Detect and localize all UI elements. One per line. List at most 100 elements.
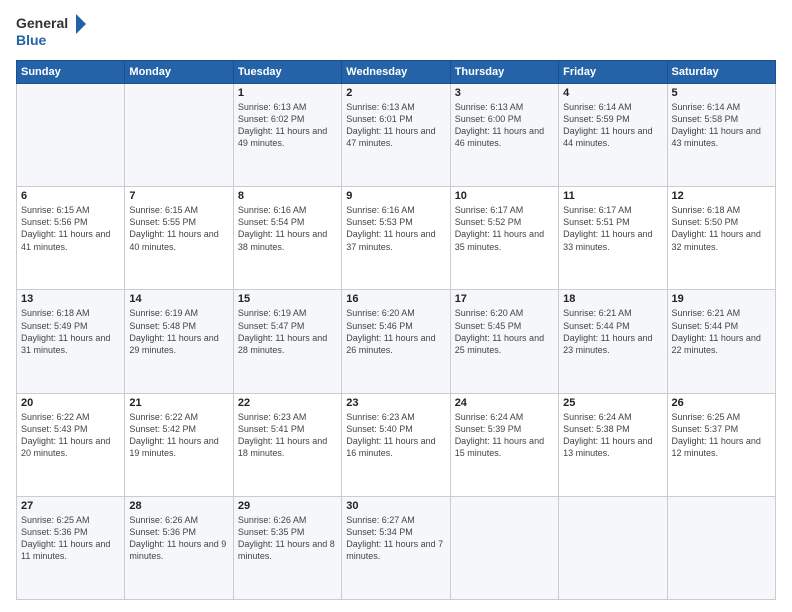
calendar-cell: 8 Sunrise: 6:16 AM Sunset: 5:54 PM Daylig… [233,187,341,290]
day-info: Sunrise: 6:24 AM Sunset: 5:39 PM Dayligh… [455,411,554,460]
day-info: Sunrise: 6:15 AM Sunset: 5:55 PM Dayligh… [129,204,228,253]
day-number: 7 [129,190,228,202]
day-info: Sunrise: 6:23 AM Sunset: 5:40 PM Dayligh… [346,411,445,460]
calendar-week-row: 20 Sunrise: 6:22 AM Sunset: 5:43 PM Dayli… [17,393,776,496]
calendar-cell: 15Sunrise: 6:19 AM Sunset: 5:47 PM Dayli… [233,290,341,393]
day-info: Sunrise: 6:25 AM Sunset: 5:36 PM Dayligh… [21,514,120,563]
calendar-day-header: Sunday [17,61,125,84]
day-info: Sunrise: 6:18 AM Sunset: 5:50 PM Dayligh… [672,204,771,253]
logo: GeneralBlue [16,12,86,52]
day-info: Sunrise: 6:21 AM Sunset: 5:44 PM Dayligh… [563,307,662,356]
calendar-cell: 4 Sunrise: 6:14 AM Sunset: 5:59 PM Daylig… [559,84,667,187]
day-info: Sunrise: 6:13 AM Sunset: 6:00 PM Dayligh… [455,101,554,150]
calendar-cell: 10 Sunrise: 6:17 AM Sunset: 5:52 PM Dayli… [450,187,558,290]
day-info: Sunrise: 6:15 AM Sunset: 5:56 PM Dayligh… [21,204,120,253]
calendar-cell: 11 Sunrise: 6:17 AM Sunset: 5:51 PM Dayli… [559,187,667,290]
day-number: 10 [455,190,554,202]
calendar-cell: 26Sunrise: 6:25 AM Sunset: 5:37 PM Dayli… [667,393,775,496]
day-info: Sunrise: 6:26 AM Sunset: 5:35 PM Dayligh… [238,514,337,563]
calendar-cell: 22 Sunrise: 6:23 AM Sunset: 5:41 PM Dayli… [233,393,341,496]
logo-svg: GeneralBlue [16,12,86,52]
day-number: 11 [563,190,662,202]
calendar-cell: 29 Sunrise: 6:26 AM Sunset: 5:35 PM Dayli… [233,496,341,599]
day-info: Sunrise: 6:19 AM Sunset: 5:47 PM Dayligh… [238,307,337,356]
calendar-cell [450,496,558,599]
calendar-cell: 5Sunrise: 6:14 AM Sunset: 5:58 PM Daylig… [667,84,775,187]
day-number: 19 [672,293,771,305]
calendar-cell: 16Sunrise: 6:20 AM Sunset: 5:46 PM Dayli… [342,290,450,393]
calendar-week-row: 13Sunrise: 6:18 AM Sunset: 5:49 PM Dayli… [17,290,776,393]
day-number: 6 [21,190,120,202]
day-number: 22 [238,397,337,409]
day-number: 27 [21,500,120,512]
calendar-cell [559,496,667,599]
calendar-day-header: Monday [125,61,233,84]
page: GeneralBlue SundayMondayTuesdayWednesday… [0,0,792,612]
svg-text:General: General [16,15,68,31]
day-number: 30 [346,500,445,512]
day-info: Sunrise: 6:14 AM Sunset: 5:59 PM Dayligh… [563,101,662,150]
calendar-cell: 14 Sunrise: 6:19 AM Sunset: 5:48 PM Dayli… [125,290,233,393]
calendar-cell: 27 Sunrise: 6:25 AM Sunset: 5:36 PM Dayli… [17,496,125,599]
day-number: 14 [129,293,228,305]
day-number: 21 [129,397,228,409]
calendar-day-header: Thursday [450,61,558,84]
day-info: Sunrise: 6:22 AM Sunset: 5:43 PM Dayligh… [21,411,120,460]
day-info: Sunrise: 6:16 AM Sunset: 5:54 PM Dayligh… [238,204,337,253]
calendar-week-row: 1 Sunrise: 6:13 AM Sunset: 6:02 PM Daylig… [17,84,776,187]
day-info: Sunrise: 6:23 AM Sunset: 5:41 PM Dayligh… [238,411,337,460]
day-info: Sunrise: 6:24 AM Sunset: 5:38 PM Dayligh… [563,411,662,460]
day-info: Sunrise: 6:16 AM Sunset: 5:53 PM Dayligh… [346,204,445,253]
day-number: 2 [346,87,445,99]
calendar-cell: 30 Sunrise: 6:27 AM Sunset: 5:34 PM Dayli… [342,496,450,599]
day-info: Sunrise: 6:17 AM Sunset: 5:51 PM Dayligh… [563,204,662,253]
calendar-cell: 3 Sunrise: 6:13 AM Sunset: 6:00 PM Daylig… [450,84,558,187]
calendar-cell: 6 Sunrise: 6:15 AM Sunset: 5:56 PM Daylig… [17,187,125,290]
day-number: 16 [346,293,445,305]
calendar-cell: 9 Sunrise: 6:16 AM Sunset: 5:53 PM Daylig… [342,187,450,290]
day-number: 18 [563,293,662,305]
calendar-cell [125,84,233,187]
day-number: 25 [563,397,662,409]
day-info: Sunrise: 6:22 AM Sunset: 5:42 PM Dayligh… [129,411,228,460]
header: GeneralBlue [16,12,776,52]
calendar-cell: 28Sunrise: 6:26 AM Sunset: 5:36 PM Dayli… [125,496,233,599]
calendar-day-header: Saturday [667,61,775,84]
day-number: 26 [672,397,771,409]
day-info: Sunrise: 6:20 AM Sunset: 5:45 PM Dayligh… [455,307,554,356]
calendar-cell: 23Sunrise: 6:23 AM Sunset: 5:40 PM Dayli… [342,393,450,496]
day-info: Sunrise: 6:14 AM Sunset: 5:58 PM Dayligh… [672,101,771,150]
calendar-cell: 24 Sunrise: 6:24 AM Sunset: 5:39 PM Dayli… [450,393,558,496]
day-number: 1 [238,87,337,99]
day-number: 29 [238,500,337,512]
calendar-cell: 20 Sunrise: 6:22 AM Sunset: 5:43 PM Dayli… [17,393,125,496]
day-number: 24 [455,397,554,409]
calendar-cell: 7 Sunrise: 6:15 AM Sunset: 5:55 PM Daylig… [125,187,233,290]
day-number: 20 [21,397,120,409]
calendar-day-header: Friday [559,61,667,84]
day-number: 12 [672,190,771,202]
day-info: Sunrise: 6:27 AM Sunset: 5:34 PM Dayligh… [346,514,445,563]
svg-text:Blue: Blue [16,32,47,48]
calendar-cell: 13Sunrise: 6:18 AM Sunset: 5:49 PM Dayli… [17,290,125,393]
calendar-header-row: SundayMondayTuesdayWednesdayThursdayFrid… [17,61,776,84]
calendar-table: SundayMondayTuesdayWednesdayThursdayFrid… [16,60,776,600]
calendar-cell: 2Sunrise: 6:13 AM Sunset: 6:01 PM Daylig… [342,84,450,187]
calendar-week-row: 6 Sunrise: 6:15 AM Sunset: 5:56 PM Daylig… [17,187,776,290]
day-number: 8 [238,190,337,202]
day-number: 9 [346,190,445,202]
day-number: 3 [455,87,554,99]
calendar-day-header: Tuesday [233,61,341,84]
day-number: 13 [21,293,120,305]
day-info: Sunrise: 6:13 AM Sunset: 6:02 PM Dayligh… [238,101,337,150]
calendar-cell [667,496,775,599]
calendar-cell: 19 Sunrise: 6:21 AM Sunset: 5:44 PM Dayli… [667,290,775,393]
calendar-week-row: 27 Sunrise: 6:25 AM Sunset: 5:36 PM Dayli… [17,496,776,599]
day-number: 4 [563,87,662,99]
day-info: Sunrise: 6:21 AM Sunset: 5:44 PM Dayligh… [672,307,771,356]
calendar-cell [17,84,125,187]
day-info: Sunrise: 6:19 AM Sunset: 5:48 PM Dayligh… [129,307,228,356]
day-info: Sunrise: 6:17 AM Sunset: 5:52 PM Dayligh… [455,204,554,253]
day-number: 17 [455,293,554,305]
calendar-cell: 18 Sunrise: 6:21 AM Sunset: 5:44 PM Dayli… [559,290,667,393]
